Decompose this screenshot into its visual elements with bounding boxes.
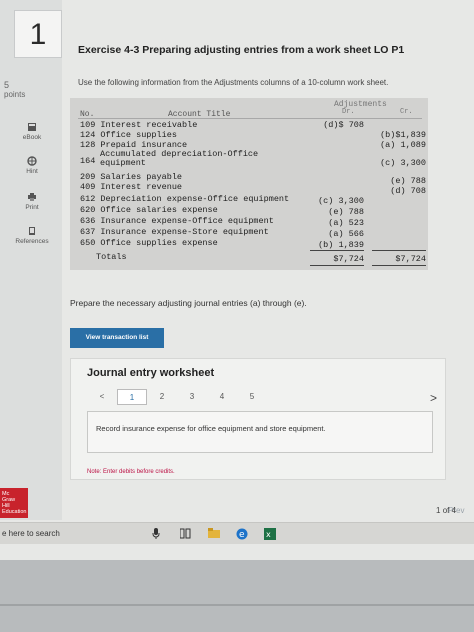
exercise-instruction: Use the following information from the A…: [78, 78, 389, 87]
credit-total-rule: [372, 250, 426, 251]
worksheet-row-account: 109 Interest receivable: [80, 120, 198, 130]
worksheet-row-account: Accumulated depreciation-Office equipmen…: [100, 149, 259, 168]
journal-title: Journal entry worksheet: [87, 367, 215, 379]
next-entry-arrow[interactable]: >: [430, 391, 437, 405]
worksheet-row-account: 636 Insurance expense-Office equipment: [80, 216, 274, 226]
prompt-text: Prepare the necessary adjusting journal …: [70, 298, 307, 308]
screen: 1 5 points eBook Hint Print References M…: [0, 0, 474, 560]
entry-tab-3[interactable]: 3: [177, 389, 207, 405]
sidebar-item-references[interactable]: References: [4, 226, 60, 245]
entry-instruction-box: Record insurance expense for office equi…: [87, 411, 433, 453]
edge-browser-icon[interactable]: e: [236, 528, 248, 543]
svg-text:x: x: [266, 530, 271, 539]
svg-text:e: e: [239, 530, 245, 540]
journal-pager: < 1 2 3 4 5: [87, 389, 267, 405]
worksheet-row-account: 209 Salaries payable: [80, 172, 183, 182]
worksheet-row-debit: (e) 788: [328, 207, 364, 217]
taskbar: e here to search e x: [0, 522, 474, 544]
worksheet-row-account: 650 Office supplies expense: [80, 238, 218, 248]
header-dr: Dr.: [342, 108, 355, 116]
entry-tab-1[interactable]: 1: [117, 389, 147, 405]
print-icon: [28, 193, 36, 201]
points-value: 5: [4, 80, 10, 90]
sidebar-item-hint[interactable]: Hint: [4, 156, 60, 175]
worksheet-row-debit: (a) 566: [328, 229, 364, 239]
credit-double-rule: [372, 265, 426, 266]
task-view-icon[interactable]: [179, 528, 191, 542]
sidebar-item-label: Print: [25, 204, 39, 211]
main-content: Exercise 4-3 Preparing adjusting entries…: [62, 0, 474, 520]
worksheet-row-credit: (e) 788: [390, 176, 426, 186]
worksheet-row-debit: (a) 523: [328, 218, 364, 228]
prev-entry-arrow[interactable]: <: [87, 389, 117, 405]
worksheet-row-account: 637 Insurance expense-Store equipment: [80, 227, 269, 237]
mcgraw-hill-logo: Mc Graw Hill Education: [0, 488, 28, 518]
view-transaction-list-button[interactable]: View transaction list: [70, 328, 164, 348]
worksheet-row-credit: (a) 1,089: [380, 140, 426, 150]
header-cr: Cr.: [400, 108, 413, 116]
references-icon: [29, 227, 35, 235]
debit-double-rule: [310, 265, 364, 266]
worksheet-row-account: 620 Office salaries expense: [80, 205, 218, 215]
journal-entry-worksheet: Journal entry worksheet < 1 2 3 4 5 > Re…: [70, 358, 446, 480]
worksheet-row-credit: (d) 708: [390, 186, 426, 196]
taskbar-search[interactable]: e here to search: [2, 529, 60, 538]
worksheet-row-account: 409 Interest revenue: [80, 182, 183, 192]
bezel-edge: [0, 604, 474, 606]
sidebar-item-print[interactable]: Print: [4, 192, 60, 211]
worksheet-row-debit: (b) 1,839: [318, 240, 364, 250]
worksheet-row-debit: (d)$ 708: [323, 120, 364, 130]
total-debit: $7,724: [333, 254, 364, 264]
worksheet-row-account-number: 164: [80, 156, 96, 166]
worksheet-row-credit: (c) 3,300: [380, 158, 426, 168]
question-number: 1: [14, 10, 62, 58]
entry-tab-5[interactable]: 5: [237, 389, 267, 405]
worksheet-row-account: 124 Office supplies: [80, 130, 177, 140]
exercise-title: Exercise 4-3 Preparing adjusting entries…: [78, 44, 405, 56]
worksheet-row-credit: (b)$1,839: [380, 130, 426, 140]
sidebar-item-ebook[interactable]: eBook: [4, 122, 60, 141]
entry-tab-2[interactable]: 2: [147, 389, 177, 405]
monitor-bezel: [0, 560, 474, 632]
points-label: points: [4, 90, 26, 99]
entry-tab-4[interactable]: 4: [207, 389, 237, 405]
sidebar: 1 5 points eBook Hint Print References M…: [0, 0, 62, 520]
excel-icon[interactable]: x: [264, 528, 276, 543]
sidebar-item-label: eBook: [22, 134, 42, 141]
header-divider: [78, 118, 422, 119]
points: 5 points: [4, 80, 44, 99]
debits-note: Note: Enter debits before credits.: [87, 469, 175, 475]
total-credit: $7,724: [395, 254, 426, 264]
book-icon: [28, 123, 36, 131]
hint-icon: [27, 156, 37, 166]
adjustments-worksheet: Adjustments Dr. Cr. No. Account Title 10…: [70, 98, 428, 270]
worksheet-row-debit: (c) 3,300: [318, 196, 364, 206]
microphone-icon[interactable]: [152, 528, 160, 542]
sidebar-item-label: Hint: [26, 168, 38, 175]
page-indicator: 1 of 4: [436, 506, 457, 515]
entry-instruction: Record insurance expense for office equi…: [96, 424, 326, 433]
sidebar-item-label: References: [15, 238, 49, 245]
debit-total-rule: [310, 250, 364, 251]
totals-label: Totals: [96, 252, 127, 262]
file-explorer-icon[interactable]: [208, 528, 220, 541]
worksheet-row-account: 612 Depreciation expense-Office equipmen…: [80, 194, 290, 204]
